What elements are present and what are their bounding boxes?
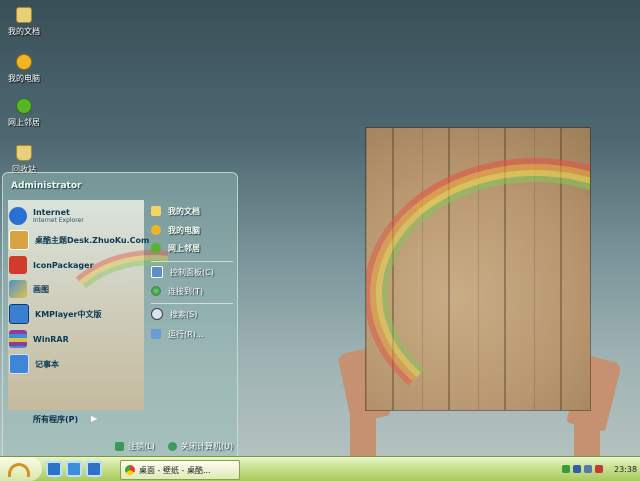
program-iconpackager-label: IconPackager: [33, 260, 94, 270]
desktop-icon-my-computer[interactable]: 我的电脑: [4, 54, 44, 84]
network-icon: [16, 98, 32, 114]
taskbar-clock: 23:38: [614, 464, 638, 474]
tray-app-icon[interactable]: [573, 465, 581, 473]
start-menu: Administrator Internet Internet Explorer…: [2, 172, 238, 468]
program-iconpackager[interactable]: IconPackager: [9, 254, 94, 276]
program-internet-label: Internet: [33, 208, 70, 217]
notepad-icon: [9, 354, 29, 374]
taskbar: 桌面 - 壁纸 - 桌酷... 23:38: [0, 456, 640, 481]
program-notepad-label: 记事本: [35, 359, 59, 369]
right-item-my-computer[interactable]: 我的电脑: [151, 223, 200, 237]
run-icon: [151, 329, 161, 339]
quicklaunch-ie-icon[interactable]: [46, 461, 62, 477]
quicklaunch-desktop-icon[interactable]: [66, 461, 82, 477]
system-tray: 23:38: [562, 459, 640, 479]
quicklaunch-browser-icon[interactable]: [86, 461, 102, 477]
taskbar-window-button[interactable]: 桌面 - 壁纸 - 桌酷...: [120, 460, 240, 480]
tray-security-icon[interactable]: [595, 465, 603, 473]
taskbar-window-label: 桌面 - 壁纸 - 桌酷...: [139, 465, 211, 475]
program-kmplayer-label: KMPlayer中文版: [35, 309, 102, 319]
kmplayer-icon: [9, 304, 29, 324]
desktop-icon-network[interactable]: 网上邻居: [4, 98, 44, 128]
right-item-network[interactable]: 网上邻居: [151, 241, 200, 255]
wallpaper-right-arm: [574, 410, 600, 460]
paint-icon: [9, 280, 27, 298]
network-icon: [151, 243, 161, 253]
program-internet[interactable]: Internet Internet Explorer: [9, 205, 84, 227]
program-paint[interactable]: 画图: [9, 278, 49, 300]
desktop-icon-my-documents[interactable]: 我的文档: [4, 7, 44, 37]
browser-window-icon: [125, 465, 135, 475]
program-winrar-label: WinRAR: [33, 334, 69, 344]
right-column-separator: [151, 303, 233, 304]
computer-icon: [16, 54, 32, 70]
right-item-my-documents[interactable]: 我的文档: [151, 204, 200, 218]
recycle-bin-icon: [16, 145, 32, 161]
control-panel-icon: [151, 266, 163, 278]
desktop-icon-recycle-bin[interactable]: 回收站: [4, 145, 44, 175]
start-button[interactable]: [0, 457, 42, 481]
internet-explorer-icon: [9, 207, 27, 225]
right-item-run[interactable]: 运行(R)...: [151, 327, 203, 341]
computer-icon: [151, 225, 161, 235]
right-column-separator: [151, 261, 233, 262]
tray-network-icon[interactable]: [562, 465, 570, 473]
iconpackager-icon: [9, 256, 27, 274]
program-zhuoku-theme-label: 桌酷主题Desk.ZhuoKu.Com: [35, 235, 150, 245]
right-item-search[interactable]: 搜索(S): [151, 307, 197, 321]
start-logo-icon: [8, 463, 30, 477]
folder-icon: [16, 7, 32, 23]
tray-volume-icon[interactable]: [584, 465, 592, 473]
logoff-button[interactable]: 注销(L): [115, 439, 155, 453]
wallpaper-rainbow: [366, 128, 590, 410]
winrar-icon: [9, 330, 27, 348]
shutdown-button[interactable]: 关闭计算机(U): [168, 439, 233, 453]
right-item-connect-to[interactable]: 连接到(T): [151, 284, 203, 298]
theme-app-icon: [9, 230, 29, 250]
program-internet-sublabel: Internet Explorer: [33, 217, 84, 224]
all-programs-button[interactable]: 所有程序(P): [33, 414, 78, 425]
start-menu-user-name: Administrator: [11, 181, 82, 191]
power-icon: [168, 441, 177, 451]
right-item-control-panel[interactable]: 控制面板(C): [151, 265, 214, 279]
search-icon: [151, 308, 163, 320]
program-notepad[interactable]: 记事本: [9, 353, 59, 375]
program-zhuoku-theme[interactable]: 桌酷主题Desk.ZhuoKu.Com: [9, 229, 149, 251]
all-programs-arrow-icon: ▶: [91, 414, 98, 423]
logoff-icon: [115, 441, 124, 451]
program-kmplayer[interactable]: KMPlayer中文版: [9, 303, 102, 325]
folder-icon: [151, 206, 161, 216]
connect-icon: [151, 286, 161, 296]
program-winrar[interactable]: WinRAR: [9, 328, 69, 350]
program-paint-label: 画图: [33, 284, 49, 294]
